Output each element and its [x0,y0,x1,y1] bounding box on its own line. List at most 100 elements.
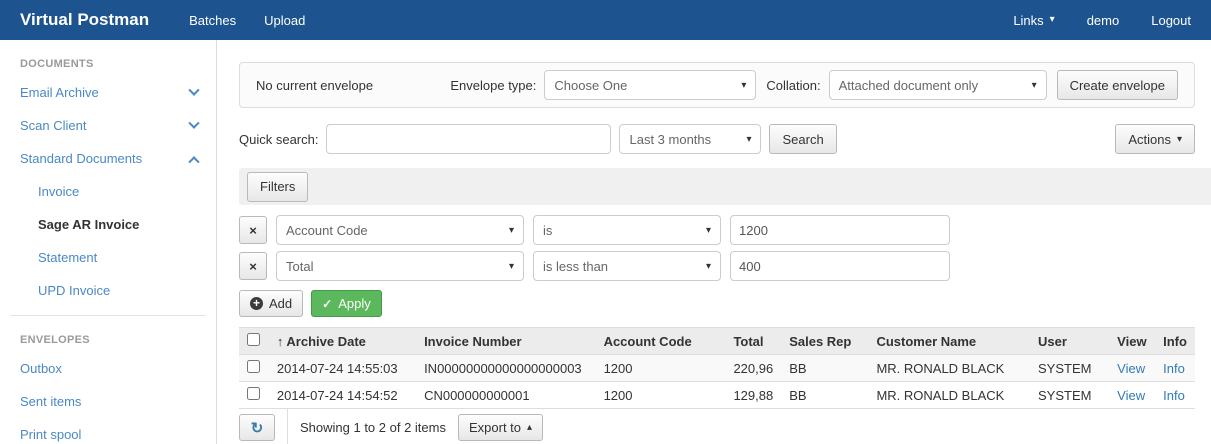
column-header-account-code[interactable]: Account Code [596,328,726,355]
caret-up-icon: ▴ [527,422,532,433]
cell-total: 220,96 [725,355,781,382]
column-header-info: Info [1155,328,1195,355]
refresh-button[interactable]: ↻ [239,414,275,441]
sidebar-item-label: Email Archive [20,85,99,100]
caret-down-icon: ▾ [706,225,711,236]
showing-items-text: Showing 1 to 2 of 2 items [300,420,446,435]
search-button[interactable]: Search [769,124,836,154]
column-header-user[interactable]: User [1030,328,1109,355]
filter-field-select[interactable]: Account Code ▾ [276,215,524,245]
sidebar-item-invoice[interactable]: Invoice [0,175,216,208]
sidebar-item-upd-invoice[interactable]: UPD Invoice [0,274,216,307]
main-content: No current envelope Envelope type: Choos… [217,40,1211,444]
export-to-button[interactable]: Export to ▴ [458,414,543,441]
info-link[interactable]: Info [1163,361,1185,376]
column-header-invoice-number[interactable]: Invoice Number [416,328,596,355]
cell-user: SYSTEM [1030,355,1109,382]
plus-circle-icon: + [250,297,263,310]
table-row: 2014-07-24 14:54:52 CN000000000001 1200 … [239,382,1195,409]
nav-links-label: Links [1013,13,1043,28]
create-envelope-button[interactable]: Create envelope [1057,70,1178,100]
cell-invoice-number: IN00000000000000000003 [416,355,596,382]
table-footer: ↻ Showing 1 to 2 of 2 items Export to ▴ [239,409,1195,444]
date-range-select[interactable]: Last 3 months ▾ [619,124,761,154]
collation-select[interactable]: Attached document only ▾ [829,70,1047,100]
caret-down-icon: ▾ [1032,80,1037,91]
sidebar-item-label: Standard Documents [20,151,142,166]
cell-customer-name: MR. RONALD BLACK [868,355,1030,382]
caret-down-icon: ▾ [509,261,514,272]
cell-archive-date: 2014-07-24 14:54:52 [269,382,416,409]
nav-item-upload[interactable]: Upload [264,13,305,28]
filter-field-select[interactable]: Total ▾ [276,251,524,281]
remove-filter-button[interactable]: × [239,252,267,280]
sidebar-item-email-archive[interactable]: Email Archive [0,76,216,109]
sidebar-header-envelopes: ENVELOPES [0,324,216,352]
filter-operator-select[interactable]: is less than ▾ [533,251,721,281]
select-all-checkbox[interactable] [247,333,260,346]
sidebar-item-scan-client[interactable]: Scan Client [0,109,216,142]
quick-search-input[interactable] [326,124,611,154]
sidebar-item-print-spool[interactable]: Print spool [0,418,216,444]
nav-item-logout[interactable]: Logout [1151,13,1191,28]
column-header-sales-rep[interactable]: Sales Rep [781,328,868,355]
apply-filters-button[interactable]: ✓ Apply [311,290,382,317]
envelope-status-text: No current envelope [256,78,373,93]
cell-customer-name: MR. RONALD BLACK [868,382,1030,409]
column-header-customer-name[interactable]: Customer Name [868,328,1030,355]
add-filter-label: Add [269,296,292,311]
filters-toggle-button[interactable]: Filters [247,172,308,202]
filter-field-value: Account Code [286,223,368,238]
date-range-value: Last 3 months [629,132,711,147]
export-to-label: Export to [469,420,521,435]
sidebar-item-sage-ar-invoice[interactable]: Sage AR Invoice [0,208,216,241]
actions-button-label: Actions [1128,132,1171,147]
remove-filter-button[interactable]: × [239,216,267,244]
footer-divider [287,409,288,444]
caret-down-icon: ▾ [1177,134,1182,145]
filter-actions-row: + Add ✓ Apply [239,290,1195,317]
view-link[interactable]: View [1117,388,1145,403]
nav-item-batches[interactable]: Batches [189,13,236,28]
caret-down-icon: ▾ [741,80,746,91]
results-table: ↑Archive Date Invoice Number Account Cod… [239,327,1195,409]
filter-operator-select[interactable]: is ▾ [533,215,721,245]
sidebar-item-outbox[interactable]: Outbox [0,352,216,385]
actions-button[interactable]: Actions ▾ [1115,124,1195,154]
filter-value-input[interactable] [730,215,950,245]
filter-value-input[interactable] [730,251,950,281]
cell-archive-date: 2014-07-24 14:55:03 [269,355,416,382]
column-header-label: Archive Date [286,334,365,349]
envelope-panel: No current envelope Envelope type: Choos… [239,62,1195,108]
table-header-row: ↑Archive Date Invoice Number Account Cod… [239,328,1195,355]
check-icon: ✓ [322,297,332,311]
row-checkbox[interactable] [247,387,260,400]
filter-field-value: Total [286,259,313,274]
virtual-postman-app: Virtual Postman Batches Upload Links ▾ d… [0,0,1211,444]
sidebar: DOCUMENTS Email Archive Scan Client Stan… [0,40,217,444]
row-checkbox[interactable] [247,360,260,373]
app-brand[interactable]: Virtual Postman [20,10,149,30]
column-header-archive-date[interactable]: ↑Archive Date [269,328,416,355]
caret-down-icon: ▾ [509,225,514,236]
caret-down-icon: ▾ [746,134,751,145]
cell-user: SYSTEM [1030,382,1109,409]
sidebar-item-standard-documents[interactable]: Standard Documents [0,142,216,175]
nav-item-user[interactable]: demo [1087,13,1120,28]
envelope-type-select[interactable]: Choose One ▾ [544,70,756,100]
info-link[interactable]: Info [1163,388,1185,403]
caret-down-icon: ▾ [706,261,711,272]
nav-links-dropdown[interactable]: Links ▾ [1013,13,1054,28]
filter-row: × Total ▾ is less than ▾ [239,251,1195,281]
sidebar-item-statement[interactable]: Statement [0,241,216,274]
add-filter-button[interactable]: + Add [239,290,303,317]
sidebar-item-label: Scan Client [20,118,86,133]
filter-row: × Account Code ▾ is ▾ [239,215,1195,245]
view-link[interactable]: View [1117,361,1145,376]
column-header-total[interactable]: Total [725,328,781,355]
filter-operator-value: is [543,223,552,238]
chevron-down-icon [188,117,199,128]
refresh-icon: ↻ [251,419,264,437]
sidebar-item-sent-items[interactable]: Sent items [0,385,216,418]
caret-down-icon: ▾ [1050,15,1055,25]
